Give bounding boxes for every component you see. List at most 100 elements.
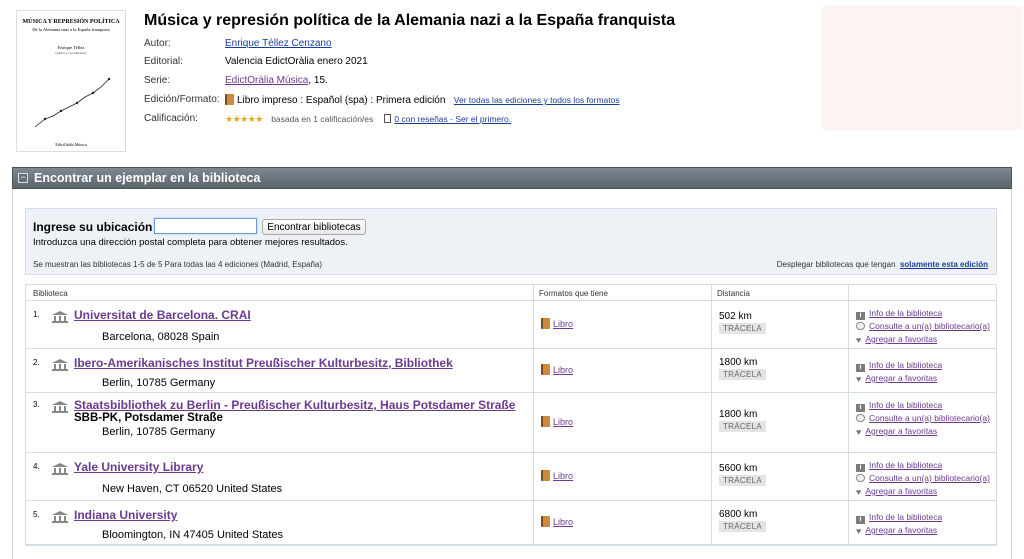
cover-line-art (34, 77, 111, 128)
ask-librarian-link[interactable]: Consulte a un(a) bibliotecario(a) (869, 413, 990, 423)
reviews-link[interactable]: 0 con reseñas - Ser el primero. (394, 114, 511, 124)
ask-librarian-link[interactable]: Consulte a un(a) bibliotecario(a) (869, 473, 990, 483)
format-link[interactable]: Libro (553, 417, 573, 427)
table-row: 3. Staatsbibliothek zu Berlin - Preußisc… (26, 393, 996, 453)
add-favorite-link[interactable]: Agregar a favoritas (865, 486, 937, 496)
format-text: Libro impreso : Español (spa) : Primera … (237, 95, 446, 106)
ask-librarian-link[interactable]: Consulte a un(a) bibliotecario(a) (869, 321, 990, 331)
library-building-icon (52, 359, 68, 371)
series-number: , 15. (308, 75, 328, 86)
library-info-link[interactable]: Info de la biblioteca (869, 360, 942, 370)
library-building-icon (52, 311, 68, 323)
library-actions: i Info de la biblioteca Consulte a un(a) … (856, 307, 990, 346)
add-favorite-link[interactable]: Agregar a favoritas (865, 525, 937, 535)
chat-icon (856, 474, 865, 482)
cover-publisher: EdictOràlia Música (55, 142, 87, 147)
author-label: Autor: (144, 38, 171, 49)
library-name-link[interactable]: Indiana University (74, 508, 177, 522)
favorite-action: ♥ Agregar a favoritas (856, 485, 990, 498)
column-divider (533, 285, 534, 300)
add-favorite-link[interactable]: Agregar a favoritas (865, 334, 937, 344)
heart-icon: ♥ (856, 526, 862, 536)
chat-icon (856, 414, 865, 422)
rating-stars-icon[interactable]: ★★★★★ (225, 114, 263, 124)
library-name-link[interactable]: Yale University Library (74, 460, 203, 474)
column-divider (711, 285, 712, 300)
location-input[interactable] (154, 218, 257, 234)
info-action: i Info de la biblioteca (856, 359, 942, 372)
library-actions: i Info de la biblioteca ♥ Agregar a favori… (856, 511, 942, 537)
column-divider (848, 349, 849, 392)
location-label: Ingrese su ubicación (33, 220, 153, 234)
heart-icon: ♥ (856, 335, 862, 345)
column-divider (533, 453, 534, 500)
column-divider (848, 301, 849, 348)
library-address: Berlin, 10785 Germany (102, 377, 216, 389)
library-address: Barcelona, 08028 Spain (102, 331, 220, 343)
column-divider (711, 501, 712, 544)
trace-route-button[interactable]: TRÁCELA (719, 369, 766, 380)
find-copy-panel-header[interactable]: − Encontrar un ejemplar en la biblioteca (12, 167, 1012, 189)
library-info-link[interactable]: Info de la biblioteca (869, 400, 942, 410)
series-value: EdictOràlia Música, 15. (225, 74, 328, 88)
info-action: i Info de la biblioteca (856, 307, 990, 320)
trace-route-button[interactable]: TRÁCELA (719, 421, 766, 432)
format-label: Edición/Formato: (144, 94, 220, 105)
info-icon: i (856, 312, 865, 320)
favorite-action: ♥ Agregar a favoritas (856, 372, 942, 385)
trace-route-button[interactable]: TRÁCELA (719, 475, 766, 486)
rating-value: ★★★★★ basada en 1 calificación/es 0 con … (225, 112, 511, 127)
library-name-link[interactable]: Universitat de Barcelona. CRAI (74, 308, 251, 322)
find-libraries-button[interactable]: Encontrar bibliotecas (262, 219, 366, 235)
cover-author-role: (editor y coordinador) (55, 51, 87, 55)
add-favorite-link[interactable]: Agregar a favoritas (865, 373, 937, 383)
book-icon (541, 364, 550, 375)
edition-filter: Desplegar bibliotecas que tengan solamen… (777, 260, 988, 269)
format-link[interactable]: Libro (553, 517, 573, 527)
distance-value: 6800 km (719, 509, 758, 520)
distance-value: 502 km (719, 311, 752, 322)
table-row: 4. Yale University Library New Haven, CT… (26, 453, 996, 501)
trace-route-button[interactable]: TRÁCELA (719, 521, 766, 532)
column-divider (848, 285, 849, 300)
format-link[interactable]: Libro (553, 471, 573, 481)
library-building-icon (52, 511, 68, 523)
all-editions-link[interactable]: Ver todas las ediciones y todos los form… (454, 95, 620, 105)
edition-filter-text: Desplegar bibliotecas que tengan (776, 260, 896, 269)
info-action: i Info de la biblioteca (856, 511, 942, 524)
libraries-table: Biblioteca Formatos que tiene Distancia … (25, 284, 997, 546)
library-info-link[interactable]: Info de la biblioteca (869, 460, 942, 470)
table-row: 2. Ibero-Amerikanisches Institut Preußis… (26, 349, 996, 393)
this-edition-link[interactable]: solamente esta edición (900, 260, 988, 269)
format-cell: Libro (541, 364, 573, 375)
library-building-icon (52, 463, 68, 475)
column-divider (848, 393, 849, 452)
library-info-link[interactable]: Info de la biblioteca (869, 512, 942, 522)
library-actions: i Info de la biblioteca Consulte a un(a) … (856, 459, 990, 498)
distance-value: 1800 km (719, 357, 758, 368)
library-name-link[interactable]: Ibero-Amerikanisches Institut Preußische… (74, 356, 453, 370)
publisher-label: Editorial: (144, 56, 183, 67)
cover-title: MÚSICA Y REPRESIÓN POLÍTICA (22, 19, 120, 25)
header-formats: Formatos que tiene (539, 289, 608, 298)
library-info-link[interactable]: Info de la biblioteca (869, 308, 942, 318)
author-link[interactable]: Enrique Téllez Cenzano (225, 37, 332, 51)
rating-label: Calificación: (144, 113, 198, 124)
column-divider (533, 349, 534, 392)
book-icon (541, 516, 550, 527)
info-icon: i (856, 516, 865, 524)
trace-route-button[interactable]: TRÁCELA (719, 323, 766, 334)
column-divider (848, 501, 849, 544)
library-actions: i Info de la biblioteca ♥ Agregar a favori… (856, 359, 942, 385)
row-number: 1. (33, 310, 40, 319)
book-cover[interactable]: MÚSICA Y REPRESIÓN POLÍTICA De la Aleman… (16, 10, 126, 152)
add-favorite-link[interactable]: Agregar a favoritas (865, 426, 937, 436)
format-link[interactable]: Libro (553, 365, 573, 375)
favorite-action: ♥ Agregar a favoritas (856, 524, 942, 537)
format-link[interactable]: Libro (553, 319, 573, 329)
collapse-icon[interactable]: − (18, 173, 28, 183)
library-name-link[interactable]: Staatsbibliothek zu Berlin - Preußischer… (74, 398, 515, 412)
row-number: 4. (33, 462, 40, 471)
chat-icon (856, 322, 865, 330)
series-link[interactable]: EdictOràlia Música (225, 75, 308, 86)
